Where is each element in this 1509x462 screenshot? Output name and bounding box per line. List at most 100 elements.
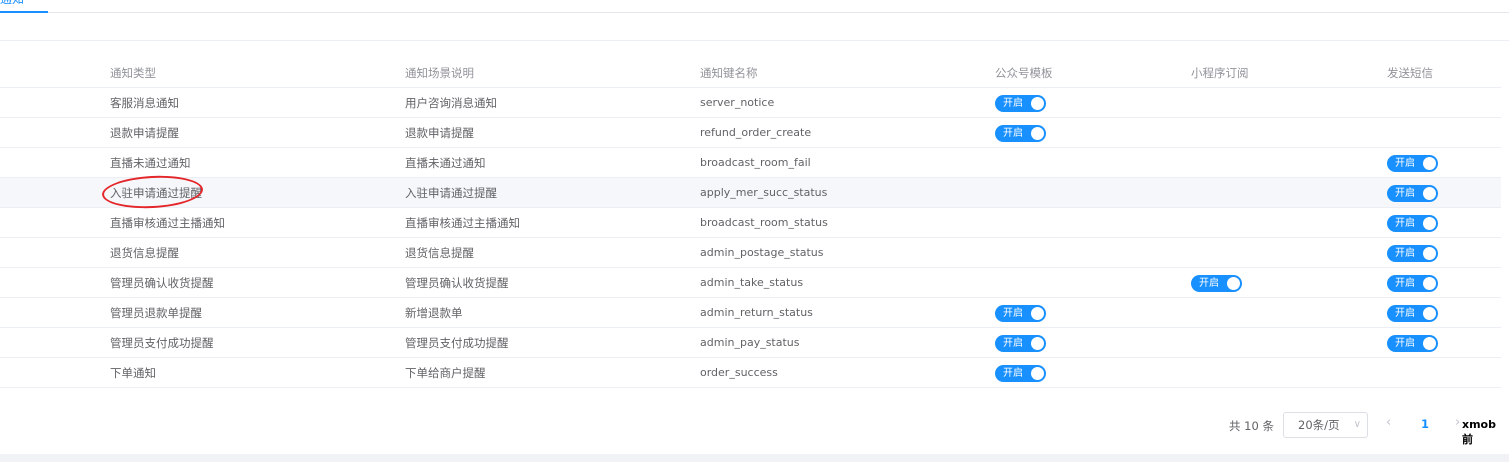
switch-knob (1031, 367, 1044, 380)
cell-notice-type: 退款申请提醒 (110, 126, 179, 140)
cell-notice-type: 直播未通过通知 (110, 156, 191, 170)
sms-switch[interactable]: 开启 (1387, 275, 1438, 292)
prev-page-button[interactable]: ‹ (1386, 415, 1391, 430)
next-page-button[interactable]: › (1455, 415, 1460, 430)
tab-active-indicator (0, 11, 48, 13)
table-row: 退款申请提醒 退款申请提醒 refund_order_create 开启 (0, 118, 1501, 148)
table-row: 管理员确认收货提醒 管理员确认收货提醒 admin_take_status 开启 开启 (0, 268, 1501, 298)
table-row: 客服消息通知 用户咨询消息通知 server_notice 开启 (0, 88, 1501, 118)
switch-knob (1423, 217, 1436, 230)
cell-scene-desc: 入驻申请通过提醒 (405, 186, 497, 200)
cell-scene-desc: 新增退款单 (405, 306, 463, 320)
cell-key-name: order_success (700, 366, 778, 379)
switch-knob (1031, 307, 1044, 320)
page-number-current[interactable]: 1 (1421, 417, 1429, 431)
wechat-template-switch[interactable]: 开启 (995, 335, 1046, 352)
chevron-down-icon: ∨ (1353, 419, 1361, 430)
wechat-template-switch[interactable]: 开启 (995, 305, 1046, 322)
cell-notice-type: 下单通知 (110, 366, 156, 380)
sms-switch[interactable]: 开启 (1387, 245, 1438, 262)
sms-switch[interactable]: 开启 (1387, 335, 1438, 352)
bottom-bar (0, 454, 1509, 462)
cell-notice-type: 客服消息通知 (110, 96, 179, 110)
switch-knob (1423, 187, 1436, 200)
cell-scene-desc: 管理员支付成功提醒 (405, 336, 509, 350)
header-scene-desc: 通知场景说明 (405, 66, 474, 80)
cell-key-name: admin_return_status (700, 306, 813, 319)
switch-label: 开启 (1199, 278, 1219, 289)
switch-knob (1031, 127, 1044, 140)
table-row: 管理员退款单提醒 新增退款单 admin_return_status 开启 开启 (0, 298, 1501, 328)
switch-knob (1227, 277, 1240, 290)
switch-knob (1423, 307, 1436, 320)
switch-label: 开启 (1003, 338, 1023, 349)
divider (0, 40, 1509, 41)
cell-scene-desc: 下单给商户提醒 (405, 366, 486, 380)
cell-notice-type: 管理员支付成功提醒 (110, 336, 214, 350)
watermark: xmob 前 (1462, 418, 1496, 446)
switch-label: 开启 (1003, 368, 1023, 379)
header-notice-type: 通知类型 (110, 66, 156, 80)
cell-notice-type: 直播审核通过主播通知 (110, 216, 225, 230)
switch-label: 开启 (1003, 308, 1023, 319)
cell-scene-desc: 用户咨询消息通知 (405, 96, 497, 110)
cell-scene-desc: 退款申请提醒 (405, 126, 474, 140)
table-row: 入驻申请通过提醒 入驻申请通过提醒 apply_mer_succ_status 开启 (0, 178, 1501, 208)
switch-label: 开启 (1395, 278, 1415, 289)
notification-table: 通知类型 通知场景说明 通知键名称 公众号模板 小程序订阅 发送短信 客服消息通… (0, 58, 1501, 388)
switch-knob (1031, 97, 1044, 110)
sms-switch[interactable]: 开启 (1387, 155, 1438, 172)
wechat-template-switch[interactable]: 开启 (995, 95, 1046, 112)
cell-scene-desc: 直播未通过通知 (405, 156, 486, 170)
cell-notice-type: 管理员确认收货提醒 (110, 276, 214, 290)
sms-switch[interactable]: 开启 (1387, 215, 1438, 232)
table-header-row: 通知类型 通知场景说明 通知键名称 公众号模板 小程序订阅 发送短信 (0, 58, 1501, 88)
table-row: 退货信息提醒 退货信息提醒 admin_postage_status 开启 (0, 238, 1501, 268)
switch-label: 开启 (1395, 338, 1415, 349)
table-row: 下单通知 下单给商户提醒 order_success 开启 (0, 358, 1501, 388)
switch-knob (1031, 337, 1044, 350)
tabs-bar: 通知 (0, 0, 1509, 13)
switch-label: 开启 (1395, 188, 1415, 199)
sms-switch[interactable]: 开启 (1387, 305, 1438, 322)
switch-knob (1423, 337, 1436, 350)
switch-knob (1423, 277, 1436, 290)
page-size-value: 20条/页 (1298, 418, 1340, 432)
switch-label: 开启 (1395, 308, 1415, 319)
switch-label: 开启 (1003, 98, 1023, 109)
header-send-sms: 发送短信 (1387, 66, 1433, 80)
cell-key-name: admin_pay_status (700, 336, 800, 349)
cell-notice-type: 管理员退款单提醒 (110, 306, 202, 320)
table-row: 管理员支付成功提醒 管理员支付成功提醒 admin_pay_status 开启 开启 (0, 328, 1501, 358)
header-mini-subscribe: 小程序订阅 (1191, 66, 1249, 80)
switch-label: 开启 (1395, 218, 1415, 229)
wechat-template-switch[interactable]: 开启 (995, 365, 1046, 382)
switch-knob (1423, 157, 1436, 170)
pagination: 共 10 条 20条/页 ∨ ‹ 1 › (0, 412, 1509, 440)
header-key-name: 通知键名称 (700, 66, 758, 80)
mini-subscribe-switch[interactable]: 开启 (1191, 275, 1242, 292)
table-row: 直播审核通过主播通知 直播审核通过主播通知 broadcast_room_statu… (0, 208, 1501, 238)
table-body: 客服消息通知 用户咨询消息通知 server_notice 开启 退款申请提醒 退款申请提… (0, 88, 1501, 388)
cell-key-name: apply_mer_succ_status (700, 186, 828, 199)
sms-switch[interactable]: 开启 (1387, 185, 1438, 202)
switch-knob (1423, 247, 1436, 260)
cell-key-name: broadcast_room_status (700, 216, 828, 229)
table-row: 直播未通过通知 直播未通过通知 broadcast_room_fail 开启 (0, 148, 1501, 178)
wechat-template-switch[interactable]: 开启 (995, 125, 1046, 142)
cell-scene-desc: 直播审核通过主播通知 (405, 216, 520, 230)
cell-key-name: server_notice (700, 96, 775, 109)
cell-key-name: admin_postage_status (700, 246, 824, 259)
switch-label: 开启 (1395, 158, 1415, 169)
cell-notice-type: 退货信息提醒 (110, 246, 179, 260)
cell-scene-desc: 管理员确认收货提醒 (405, 276, 509, 290)
switch-label: 开启 (1003, 128, 1023, 139)
cell-key-name: refund_order_create (700, 126, 812, 139)
page-size-select[interactable]: 20条/页 ∨ (1283, 412, 1368, 438)
cell-scene-desc: 退货信息提醒 (405, 246, 474, 260)
cell-key-name: broadcast_room_fail (700, 156, 811, 169)
header-wechat-template: 公众号模板 (995, 66, 1053, 80)
cell-key-name: admin_take_status (700, 276, 804, 289)
pagination-total: 共 10 条 (1229, 419, 1274, 433)
switch-label: 开启 (1395, 248, 1415, 259)
